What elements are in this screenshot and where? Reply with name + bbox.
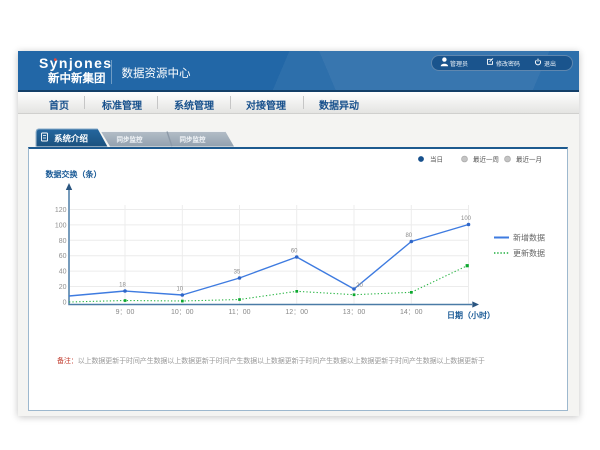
svg-text:更新数据: 更新数据 bbox=[513, 248, 545, 258]
svg-text:100: 100 bbox=[55, 222, 67, 229]
svg-text:同步监控: 同步监控 bbox=[180, 135, 207, 144]
svg-text:35: 35 bbox=[234, 270, 241, 276]
svg-text:最近一周: 最近一周 bbox=[473, 155, 499, 164]
svg-text:当日: 当日 bbox=[430, 155, 443, 164]
svg-text:新增数据: 新增数据 bbox=[513, 233, 545, 243]
svg-text:80: 80 bbox=[59, 238, 67, 245]
svg-text:11：00: 11：00 bbox=[228, 309, 250, 316]
svg-text:60: 60 bbox=[291, 249, 298, 255]
svg-text:10: 10 bbox=[176, 287, 183, 293]
svg-text:120: 120 bbox=[55, 207, 67, 214]
svg-text:20: 20 bbox=[59, 284, 67, 291]
svg-text:10：00: 10：00 bbox=[171, 309, 194, 316]
svg-text:最近一月: 最近一月 bbox=[516, 155, 542, 164]
svg-text:系统介绍: 系统介绍 bbox=[54, 134, 89, 144]
svg-text:18: 18 bbox=[119, 283, 126, 289]
svg-text:数据交换（条）: 数据交换（条） bbox=[46, 169, 102, 179]
svg-text:日期（小时）: 日期（小时） bbox=[447, 310, 495, 320]
svg-text:20: 20 bbox=[356, 283, 363, 289]
svg-text:13：00: 13：00 bbox=[343, 309, 366, 316]
svg-text:9：00: 9：00 bbox=[116, 309, 135, 316]
svg-text:100: 100 bbox=[461, 216, 472, 222]
svg-text:40: 40 bbox=[59, 269, 67, 276]
svg-text:同步监控: 同步监控 bbox=[117, 135, 144, 144]
svg-text:80: 80 bbox=[405, 233, 412, 239]
svg-text:0: 0 bbox=[63, 300, 67, 307]
svg-text:60: 60 bbox=[59, 253, 67, 260]
svg-text:14：00: 14：00 bbox=[400, 309, 423, 316]
svg-text:12：00: 12：00 bbox=[285, 309, 308, 316]
